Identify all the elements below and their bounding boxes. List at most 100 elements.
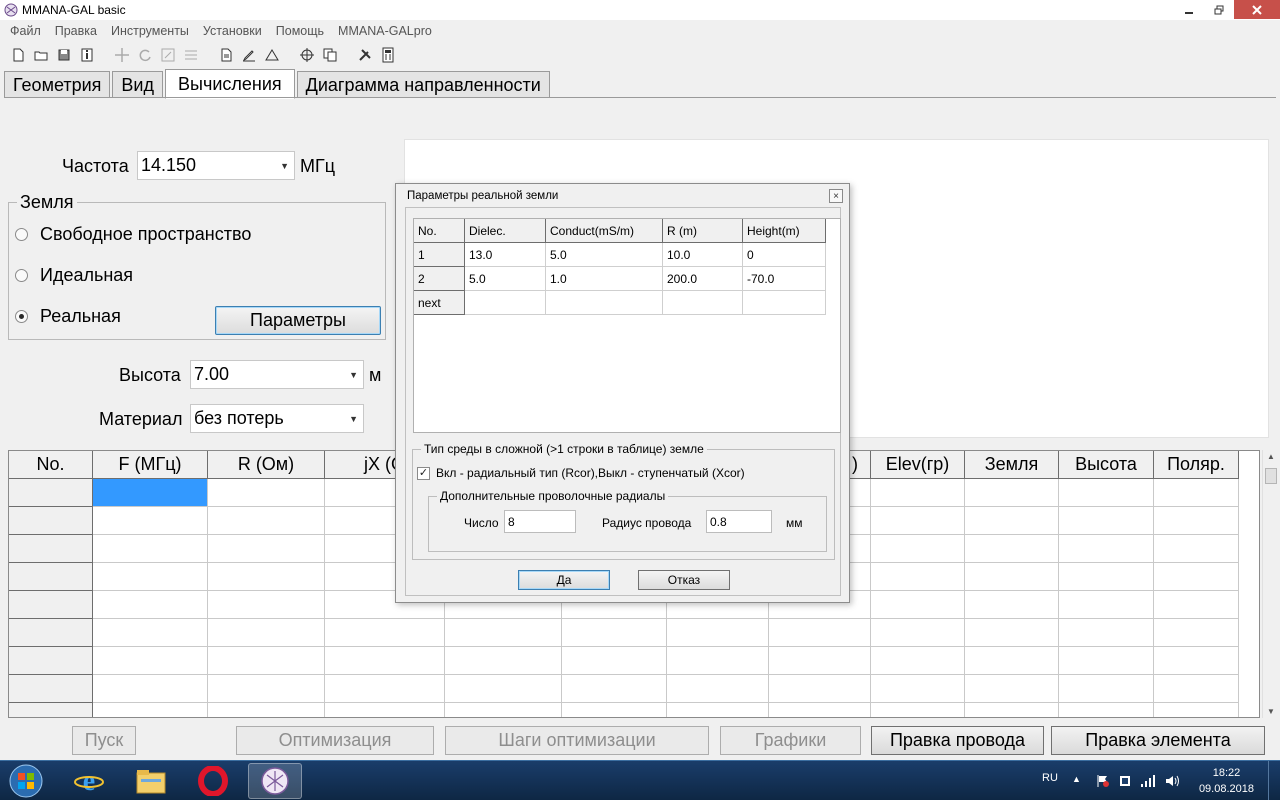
save-icon[interactable]	[54, 46, 73, 65]
row-number-cell[interactable]	[9, 647, 93, 675]
table-cell[interactable]	[93, 507, 208, 535]
table-cell[interactable]	[769, 675, 871, 703]
row-number[interactable]: 1	[414, 243, 465, 267]
table-cell[interactable]	[965, 591, 1059, 619]
radial-type-checkbox[interactable]: ✓	[417, 467, 430, 480]
height-combo[interactable]: 7.00 ▼	[190, 360, 364, 389]
menu-mmana-gal-pro[interactable]: MMANA-GALpro	[332, 24, 438, 38]
table-cell[interactable]	[667, 675, 769, 703]
table-cell[interactable]	[445, 619, 562, 647]
table-cell[interactable]: 5.0	[546, 243, 663, 267]
table-cell[interactable]	[1059, 563, 1154, 591]
menu-edit[interactable]: Правка	[49, 24, 103, 38]
device-icon[interactable]	[1118, 774, 1132, 788]
row-number[interactable]: 2	[414, 267, 465, 291]
table-cell[interactable]	[965, 507, 1059, 535]
table-cell[interactable]	[93, 479, 208, 507]
table-cell[interactable]: 1.0	[546, 267, 663, 291]
move-icon[interactable]	[112, 46, 131, 65]
table-cell[interactable]: 5.0	[465, 267, 546, 291]
row-number-cell[interactable]	[9, 563, 93, 591]
table-cell[interactable]	[93, 703, 208, 717]
scroll-thumb[interactable]	[1265, 468, 1277, 484]
radial-count-input[interactable]: 8	[504, 510, 576, 533]
results-scrollbar[interactable]: ▲ ▼	[1262, 450, 1278, 718]
table-cell[interactable]	[871, 563, 965, 591]
taskbar-opera[interactable]	[186, 763, 240, 799]
copy-icon[interactable]	[320, 46, 339, 65]
table-cell[interactable]	[1154, 675, 1239, 703]
taskbar-explorer[interactable]	[124, 763, 178, 799]
row-number-cell[interactable]	[9, 675, 93, 703]
table-cell[interactable]	[208, 675, 325, 703]
menu-help[interactable]: Помощь	[270, 24, 330, 38]
table-cell[interactable]	[769, 703, 871, 717]
info-icon[interactable]	[77, 46, 96, 65]
table-cell[interactable]	[208, 591, 325, 619]
table-cell[interactable]	[562, 619, 667, 647]
table-cell[interactable]	[1059, 647, 1154, 675]
restore-button[interactable]	[1204, 0, 1234, 19]
menu-tools[interactable]: Инструменты	[105, 24, 195, 38]
table-cell[interactable]	[465, 291, 546, 315]
table-cell[interactable]	[1154, 647, 1239, 675]
table-cell[interactable]	[325, 703, 445, 717]
table-cell[interactable]	[445, 647, 562, 675]
table-cell[interactable]	[1154, 619, 1239, 647]
open-folder-icon[interactable]	[31, 46, 50, 65]
row-number-cell[interactable]	[9, 703, 93, 717]
table-cell[interactable]	[743, 291, 826, 315]
start-button[interactable]	[6, 763, 46, 799]
row-number-cell[interactable]	[9, 535, 93, 563]
table-cell[interactable]	[562, 703, 667, 717]
table-cell[interactable]	[1059, 591, 1154, 619]
table-cell[interactable]	[965, 675, 1059, 703]
table-cell[interactable]	[445, 703, 562, 717]
taskbar-mmana-gal[interactable]	[248, 763, 302, 799]
table-cell[interactable]	[663, 291, 743, 315]
close-button[interactable]	[1234, 0, 1280, 19]
table-cell[interactable]	[93, 675, 208, 703]
table-cell[interactable]	[769, 619, 871, 647]
table-cell[interactable]	[93, 647, 208, 675]
material-combo[interactable]: без потерь ▼	[190, 404, 364, 433]
table-cell[interactable]	[93, 591, 208, 619]
tools-icon[interactable]	[355, 46, 374, 65]
ground-real-radio[interactable]: Реальная	[15, 306, 121, 327]
row-number-cell[interactable]	[9, 479, 93, 507]
table-cell[interactable]	[562, 647, 667, 675]
minimize-button[interactable]	[1174, 0, 1204, 19]
rotate-icon[interactable]	[135, 46, 154, 65]
table-cell[interactable]	[1154, 535, 1239, 563]
clock[interactable]: 18:22 09.08.2018	[1199, 765, 1254, 797]
table-cell[interactable]: 200.0	[663, 267, 743, 291]
tab-view[interactable]: Вид	[112, 71, 163, 98]
tab-radiation-pattern[interactable]: Диаграмма направленности	[296, 71, 550, 98]
table-cell[interactable]	[1154, 591, 1239, 619]
network-signal-icon[interactable]	[1140, 773, 1156, 789]
table-cell[interactable]	[1059, 619, 1154, 647]
new-file-icon[interactable]	[8, 46, 27, 65]
table-cell[interactable]	[93, 535, 208, 563]
ground-perfect-radio[interactable]: Идеальная	[15, 265, 133, 286]
pen-icon[interactable]	[239, 46, 258, 65]
table-cell[interactable]	[965, 535, 1059, 563]
table-cell[interactable]	[208, 507, 325, 535]
ok-button[interactable]: Да	[518, 570, 610, 590]
taskbar-internet-explorer[interactable]: e	[62, 763, 116, 799]
scroll-up-icon[interactable]: ▲	[1267, 452, 1275, 461]
row-number-cell[interactable]	[9, 619, 93, 647]
table-cell[interactable]	[871, 675, 965, 703]
table-cell[interactable]: 13.0	[465, 243, 546, 267]
language-indicator[interactable]: RU	[1042, 772, 1058, 784]
table-cell[interactable]	[871, 591, 965, 619]
frequency-combo[interactable]: 14.150 ▼	[137, 151, 295, 180]
volume-icon[interactable]	[1164, 773, 1180, 789]
edit-wire-button[interactable]: Правка провода	[871, 726, 1044, 755]
table-cell[interactable]: 10.0	[663, 243, 743, 267]
table-cell[interactable]	[1154, 563, 1239, 591]
table-cell[interactable]	[208, 535, 325, 563]
tab-geometry[interactable]: Геометрия	[4, 71, 111, 98]
table-cell[interactable]	[208, 619, 325, 647]
show-desktop-button[interactable]	[1268, 761, 1280, 800]
